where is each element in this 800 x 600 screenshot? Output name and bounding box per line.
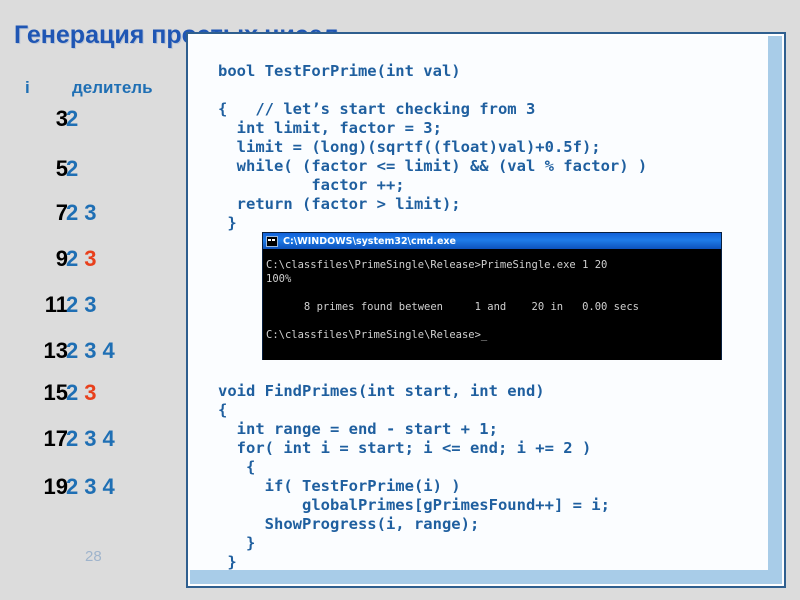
cell-divisors: 234 — [66, 474, 121, 500]
code-panel-inner: bool TestForPrime(int val) { // let’s st… — [190, 36, 770, 584]
table-row: 19 2 3 4 — [0, 474, 180, 506]
scrollbar-corner — [768, 570, 782, 584]
cell-divisors: 2 — [66, 156, 84, 182]
cell-divisors: 23 — [66, 292, 103, 318]
cell-divisors: 234 — [66, 338, 121, 364]
divisor-value: 2 — [66, 292, 79, 317]
table-row: 17 2 3 4 — [0, 426, 180, 458]
divisor-table: i делитель 3 2 5 2 7 2 3 9 2 3 11 2 3 13 2 3 4 15 2 3 17 2 3 4 1… — [0, 78, 180, 578]
cell-i: 11 — [44, 292, 68, 317]
cmd-output: C:\classfiles\PrimeSingle\Release>PrimeS… — [263, 249, 721, 360]
code-panel: bool TestForPrime(int val) { // let’s st… — [186, 32, 786, 588]
horizontal-scrollbar[interactable] — [190, 570, 770, 584]
vertical-scrollbar[interactable] — [768, 36, 782, 584]
divisor-value: 2 — [66, 380, 79, 405]
divisor-value: 3 — [84, 426, 97, 451]
table-row: 52 — [0, 156, 180, 188]
cell-i: 17 — [43, 426, 68, 451]
cell-i: 13 — [43, 338, 68, 363]
table-row: 923 — [0, 246, 180, 278]
divisor-value: 3 — [84, 292, 97, 317]
cell-divisors: 234 — [66, 426, 121, 452]
cell-i: 19 — [43, 474, 68, 499]
divisor-value: 2 — [66, 200, 79, 225]
cell-divisors: 2 — [66, 106, 84, 132]
cell-divisors: 23 — [66, 200, 103, 226]
cmd-output-line: C:\classfiles\PrimeSingle\Release>PrimeS… — [266, 259, 608, 271]
cmd-window-title: C:\WINDOWS\system32\cmd.exe — [283, 235, 456, 247]
cmd-output-line: 8 primes found between 1 and 20 in 0.00 … — [266, 301, 639, 313]
cell-i: 15 — [43, 380, 68, 405]
divisor-value: 3 — [84, 338, 97, 363]
cell-divisors: 23 — [66, 246, 103, 272]
divisor-value: 2 — [66, 474, 79, 499]
code-block-findprimes: void FindPrimes(int start, int end) { in… — [218, 381, 610, 571]
divisor-value: 2 — [66, 156, 79, 181]
slide-number: 28 — [85, 548, 102, 565]
table-row: 11 2 3 — [0, 292, 180, 324]
cmd-output-line: C:\classfiles\PrimeSingle\Release>_ — [266, 329, 488, 341]
cmd-window: C:\WINDOWS\system32\cmd.exe C:\classfile… — [262, 232, 722, 360]
table-row: 723 — [0, 200, 180, 232]
divisor-value: 4 — [102, 474, 115, 499]
divisor-value: 2 — [66, 426, 79, 451]
divisor-value: 3 — [84, 246, 97, 271]
table-row: 13 2 3 4 — [0, 338, 180, 370]
cmd-titlebar: C:\WINDOWS\system32\cmd.exe — [263, 233, 721, 249]
table-header-row: i делитель — [0, 78, 180, 104]
table-row: 15 2 3 — [0, 380, 180, 412]
cell-divisors: 23 — [66, 380, 103, 406]
divisor-value: 3 — [84, 380, 97, 405]
cmd-output-line — [266, 314, 721, 328]
cmd-output-line: 100% — [266, 273, 292, 285]
divisor-value: 2 — [66, 246, 79, 271]
divisor-value: 2 — [66, 338, 79, 363]
column-header-i: i — [25, 78, 30, 97]
divisor-value: 4 — [102, 426, 115, 451]
divisor-value: 3 — [84, 200, 97, 225]
divisor-value: 4 — [102, 338, 115, 363]
cmd-output-line — [266, 286, 721, 300]
column-header-divisor: делитель — [72, 78, 153, 97]
table-row: 32 — [0, 106, 180, 138]
console-icon — [266, 235, 278, 247]
divisor-value: 2 — [66, 106, 79, 131]
code-block-testforprime: bool TestForPrime(int val) { // let’s st… — [218, 61, 648, 232]
divisor-value: 3 — [84, 474, 97, 499]
